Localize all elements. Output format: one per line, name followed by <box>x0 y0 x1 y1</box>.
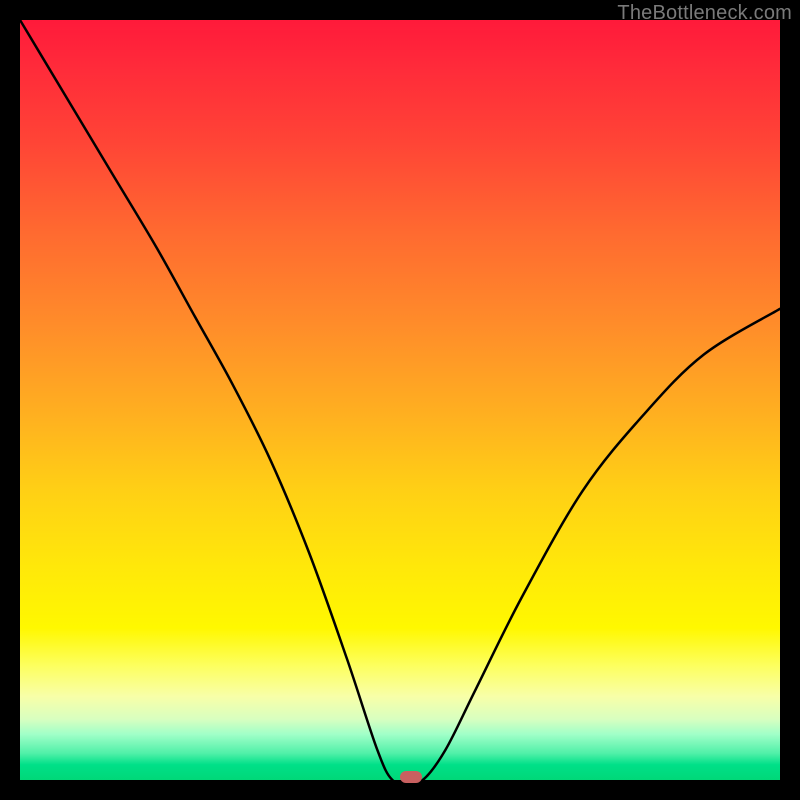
plot-area <box>20 20 780 780</box>
bottleneck-curve-path <box>20 20 780 780</box>
curve-svg <box>20 20 780 780</box>
chart-frame: TheBottleneck.com <box>0 0 800 800</box>
optimum-marker <box>400 771 422 783</box>
